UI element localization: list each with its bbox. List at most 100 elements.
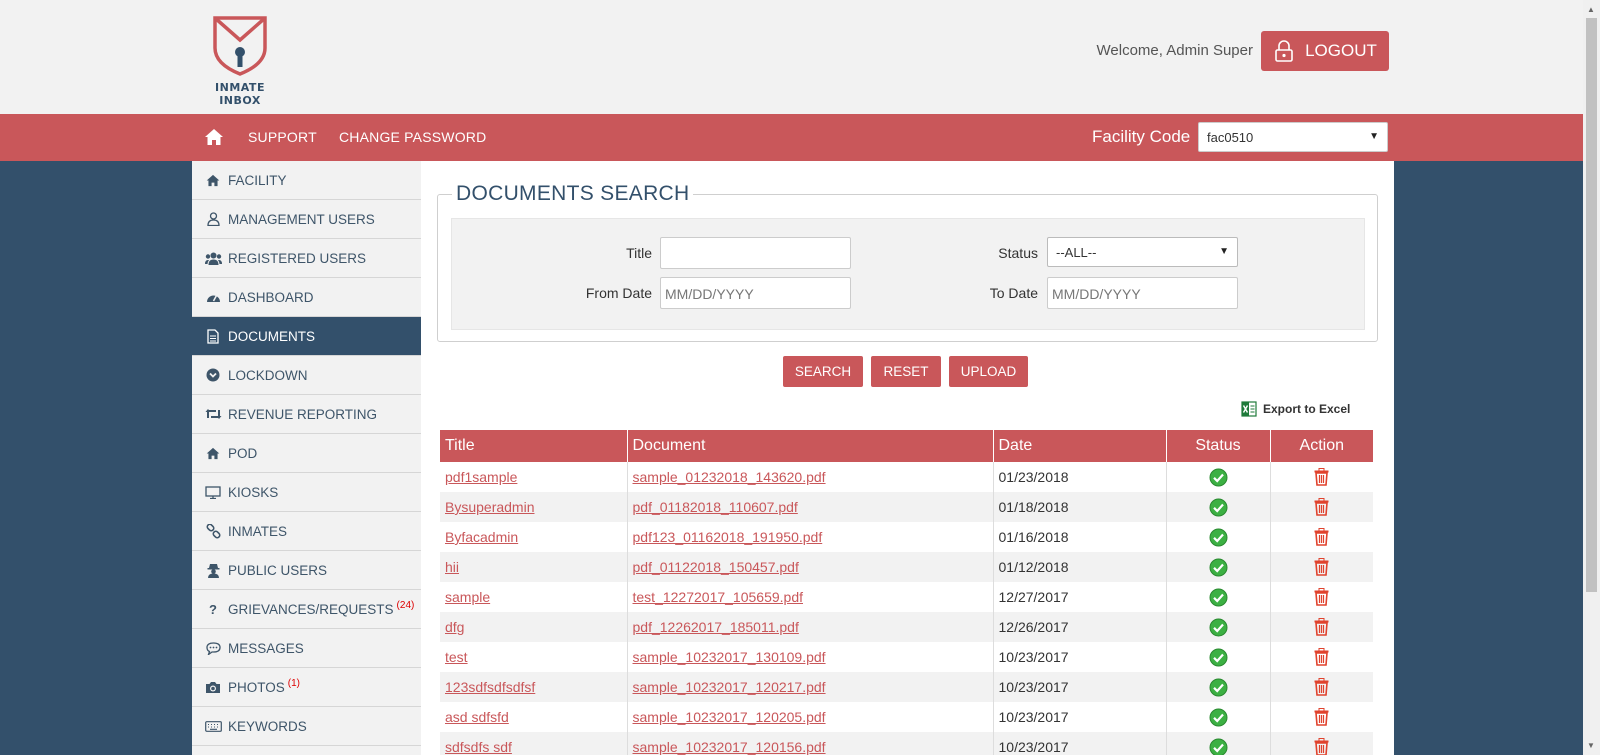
to-date-input[interactable]: MM/DD/YYYY	[1047, 277, 1238, 309]
reset-button[interactable]: RESET	[871, 356, 941, 387]
home-nav-icon[interactable]	[204, 128, 224, 151]
cell-status	[1166, 732, 1271, 755]
trash-icon[interactable]	[1314, 528, 1329, 546]
column-header-date[interactable]: Date	[993, 430, 1167, 462]
cell-document: pdf_01122018_150457.pdf	[627, 552, 994, 582]
status-select[interactable]: --ALL-- ▼	[1047, 237, 1238, 267]
facility-code-select[interactable]: fac0510 ▼	[1198, 122, 1388, 152]
document-link[interactable]: test_12272017_105659.pdf	[633, 589, 804, 605]
cell-status	[1166, 672, 1271, 702]
table-body: pdf1sample sample_01232018_143620.pdf 01/2…	[440, 462, 1373, 755]
nav-support-link[interactable]: SUPPORT	[248, 129, 317, 145]
sidebar-item-lockdown[interactable]: LOCKDOWN	[192, 356, 421, 395]
trash-icon[interactable]	[1314, 588, 1329, 606]
sidebar-item-facility[interactable]: FACILITY	[192, 161, 421, 200]
logout-button[interactable]: LOGOUT	[1261, 31, 1389, 71]
check-circle-icon[interactable]	[1209, 738, 1228, 755]
sidebar-item-label: PHOTOS	[228, 679, 285, 695]
document-link[interactable]: sample_01232018_143620.pdf	[633, 469, 826, 485]
sidebar-item-grievances-requests[interactable]: ? GRIEVANCES/REQUESTS (24)	[192, 590, 421, 629]
title-link[interactable]: Byfacadmin	[445, 529, 518, 545]
document-link[interactable]: sample_10232017_130109.pdf	[633, 649, 826, 665]
sidebar-item-management-users[interactable]: MANAGEMENT USERS	[192, 200, 421, 239]
cell-action	[1270, 732, 1373, 755]
check-circle-icon[interactable]	[1209, 468, 1228, 487]
document-link[interactable]: sample_10232017_120205.pdf	[633, 709, 826, 725]
title-link[interactable]: pdf1sample	[445, 469, 517, 485]
sidebar-item-label: INMATES	[228, 523, 288, 539]
document-link[interactable]: pdf_12262017_185011.pdf	[633, 619, 799, 635]
sidebar-item-label: LOCKDOWN	[228, 367, 308, 383]
sidebar-item-revenue-reporting[interactable]: REVENUE REPORTING	[192, 395, 421, 434]
trash-icon[interactable]	[1314, 558, 1329, 576]
cell-status	[1166, 522, 1271, 552]
nav-change-password-link[interactable]: CHANGE PASSWORD	[339, 129, 486, 145]
trash-icon[interactable]	[1314, 468, 1329, 486]
check-circle-icon[interactable]	[1209, 558, 1228, 577]
title-link[interactable]: dfg	[445, 619, 464, 635]
caret-down-icon: ▼	[1369, 131, 1379, 142]
upload-button[interactable]: UPLOAD	[949, 356, 1028, 387]
brand-logo[interactable]: INMATE INBOX	[194, 14, 286, 107]
title-link[interactable]: asd sdfsfd	[445, 709, 509, 725]
sidebar-item-label: DASHBOARD	[228, 289, 314, 305]
sidebar-item-registered-users[interactable]: REGISTERED USERS	[192, 239, 421, 278]
documents-table: Title Document Date Status Action pdf1sa…	[440, 430, 1373, 755]
logout-label: LOGOUT	[1305, 41, 1377, 60]
title-input[interactable]	[660, 237, 851, 269]
scroll-up-icon[interactable]: ▲	[1587, 5, 1595, 14]
sidebar-item-pod[interactable]: POD	[192, 434, 421, 473]
check-circle-icon[interactable]	[1209, 498, 1228, 517]
sidebar-item-dashboard[interactable]: DASHBOARD	[192, 278, 421, 317]
sidebar-item-keywords[interactable]: KEYWORDS	[192, 707, 421, 746]
table-row: sdfsdfs sdf sample_10232017_120156.pdf 10/…	[440, 732, 1373, 755]
title-link[interactable]: Bysuperadmin	[445, 499, 535, 515]
page-scrollbar[interactable]: ▲ ▼	[1583, 0, 1600, 755]
sidebar-item-kiosks[interactable]: KIOSKS	[192, 473, 421, 512]
check-circle-icon[interactable]	[1209, 648, 1228, 667]
title-link[interactable]: hii	[445, 559, 459, 575]
scrollbar-thumb[interactable]	[1586, 18, 1597, 592]
column-header-title[interactable]: Title	[440, 430, 628, 462]
check-circle-icon[interactable]	[1209, 618, 1228, 637]
home-icon	[205, 129, 223, 145]
sidebar-item-documents[interactable]: DOCUMENTS	[192, 317, 421, 356]
title-link[interactable]: 123sdfsdfsdfsf	[445, 679, 535, 695]
check-circle-icon[interactable]	[1209, 588, 1228, 607]
cell-document: sample_10232017_130109.pdf	[627, 642, 994, 672]
trash-icon[interactable]	[1314, 678, 1329, 696]
facility-code-label: Facility Code	[1092, 127, 1191, 146]
trash-icon[interactable]	[1314, 648, 1329, 666]
title-link[interactable]: test	[445, 649, 468, 665]
document-link[interactable]: pdf123_01162018_191950.pdf	[633, 529, 823, 545]
sidebar-item-public-users[interactable]: PUBLIC USERS	[192, 551, 421, 590]
sidebar-item-inmates[interactable]: INMATES	[192, 512, 421, 551]
document-link[interactable]: pdf_01122018_150457.pdf	[633, 559, 799, 575]
cell-action	[1270, 492, 1373, 522]
search-button[interactable]: SEARCH	[783, 356, 863, 387]
column-header-document[interactable]: Document	[627, 430, 994, 462]
cell-action	[1270, 702, 1373, 732]
document-link[interactable]: pdf_01182018_110607.pdf	[633, 499, 798, 515]
check-circle-icon[interactable]	[1209, 528, 1228, 547]
trash-icon[interactable]	[1314, 708, 1329, 726]
trash-icon[interactable]	[1314, 738, 1329, 755]
title-link[interactable]: sdfsdfs sdf	[445, 739, 512, 755]
from-date-input[interactable]: MM/DD/YYYY	[660, 277, 851, 309]
scroll-down-icon[interactable]: ▼	[1587, 741, 1595, 750]
sidebar-item-label: DOCUMENTS	[228, 328, 315, 344]
check-circle-icon[interactable]	[1209, 678, 1228, 697]
column-header-status[interactable]: Status	[1166, 430, 1271, 462]
trash-icon[interactable]	[1314, 618, 1329, 636]
check-circle-icon[interactable]	[1209, 708, 1228, 727]
export-to-excel-link[interactable]: Export to Excel	[1241, 401, 1350, 417]
trash-icon[interactable]	[1314, 498, 1329, 516]
sidebar-item-photos[interactable]: PHOTOS (1)	[192, 668, 421, 707]
sidebar-item-messages[interactable]: MESSAGES	[192, 629, 421, 668]
document-link[interactable]: sample_10232017_120217.pdf	[633, 679, 826, 695]
table-row: Bysuperadmin pdf_01182018_110607.pdf 01/18…	[440, 492, 1373, 522]
column-header-action: Action	[1270, 430, 1373, 462]
cell-date: 01/12/2018	[993, 552, 1167, 582]
title-link[interactable]: sample	[445, 589, 490, 605]
document-link[interactable]: sample_10232017_120156.pdf	[633, 739, 826, 755]
